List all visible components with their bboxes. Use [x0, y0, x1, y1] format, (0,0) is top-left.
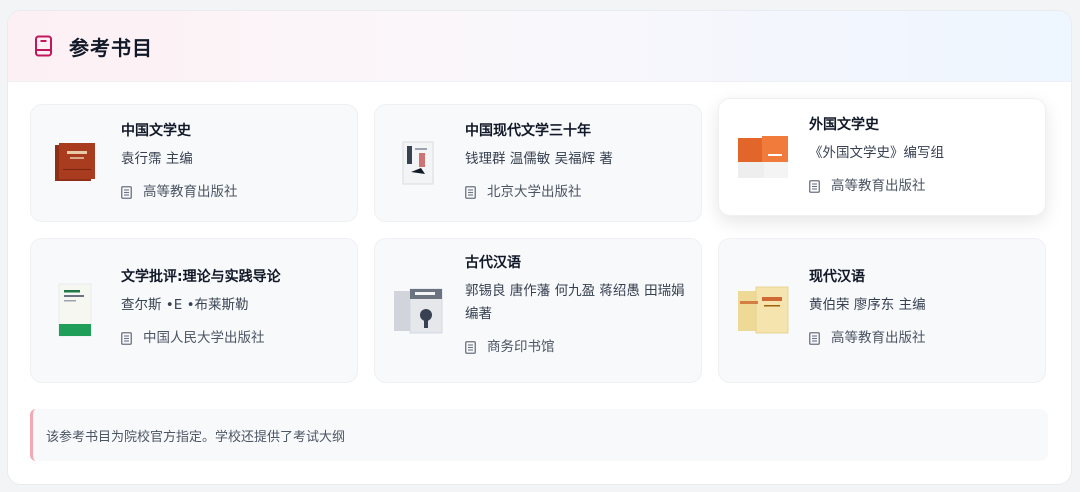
book-card[interactable]: 外国文学史 《外国文学史》编写组 高等教育出版社 [718, 98, 1046, 216]
book-author: 钱理群 温儒敏 吴福辉 著 [465, 151, 613, 167]
publisher-name: 商务印书馆 [487, 339, 555, 355]
book-cover [391, 279, 447, 343]
book-publisher: 高等教育出版社 [809, 176, 1031, 196]
book-author: 郭锡良 唐作藩 何九盈 蒋绍愚 田瑞娟 编著 [465, 283, 685, 322]
book-cover [735, 125, 791, 189]
panel-header: 参考书目 [8, 11, 1071, 82]
book-grid: 中国文学史 袁行霈 主编 高等教育出版社 中国现代文学三十年 钱理群 温儒敏 吴… [30, 98, 1046, 383]
book-card[interactable]: 文学批评:理论与实践导论 查尔斯 •E •布莱斯勒 中国人民大学出版社 [30, 238, 358, 383]
book-title: 中国现代文学三十年 [465, 123, 591, 139]
book-publisher: 商务印书馆 [465, 337, 687, 357]
book-author: 查尔斯 •E •布莱斯勒 [121, 297, 249, 313]
building-icon [465, 340, 477, 354]
book-title: 文学批评:理论与实践导论 [121, 269, 281, 285]
book-title: 现代汉语 [809, 269, 865, 285]
page-title: 参考书目 [69, 35, 153, 60]
building-icon [121, 185, 133, 199]
book-cover [47, 131, 103, 195]
book-author: 袁行霈 主编 [121, 151, 193, 167]
book-cover [47, 279, 103, 343]
book-title: 中国文学史 [121, 123, 191, 139]
book-title: 古代汉语 [465, 255, 521, 271]
book-publisher: 北京大学出版社 [465, 182, 687, 202]
book-author: 《外国文学史》编写组 [809, 145, 944, 161]
book-publisher: 高等教育出版社 [121, 182, 343, 202]
book-card[interactable]: 现代汉语 黄伯荣 廖序东 主编 高等教育出版社 [718, 238, 1046, 383]
building-icon [809, 179, 821, 193]
building-icon [121, 331, 133, 345]
book-card[interactable]: 古代汉语 郭锡良 唐作藩 何九盈 蒋绍愚 田瑞娟 编著 商务印书馆 [374, 238, 702, 383]
book-publisher: 高等教育出版社 [809, 328, 1031, 348]
book-author: 黄伯荣 廖序东 主编 [809, 297, 926, 313]
publisher-name: 高等教育出版社 [831, 330, 926, 346]
reference-books-panel: 参考书目 中国文学史 袁行霈 主编 高等教育出版社 中国现代文学三十年 钱理群 … [7, 10, 1072, 485]
book-card[interactable]: 中国文学史 袁行霈 主编 高等教育出版社 [30, 104, 358, 222]
building-icon [465, 185, 477, 199]
book-cover [735, 279, 791, 343]
note-text: 该参考书目为院校官方指定。学校还提供了考试大纲 [46, 429, 346, 445]
publisher-name: 高等教育出版社 [143, 184, 238, 200]
publisher-name: 北京大学出版社 [487, 184, 582, 200]
book-title: 外国文学史 [809, 117, 879, 133]
book-icon [34, 34, 54, 58]
publisher-name: 中国人民大学出版社 [143, 330, 265, 346]
book-card[interactable]: 中国现代文学三十年 钱理群 温儒敏 吴福辉 著 北京大学出版社 [374, 104, 702, 222]
book-publisher: 中国人民大学出版社 [121, 328, 343, 348]
building-icon [809, 331, 821, 345]
official-note: 该参考书目为院校官方指定。学校还提供了考试大纲 [30, 409, 1048, 461]
publisher-name: 高等教育出版社 [831, 178, 926, 194]
book-cover [391, 131, 447, 195]
